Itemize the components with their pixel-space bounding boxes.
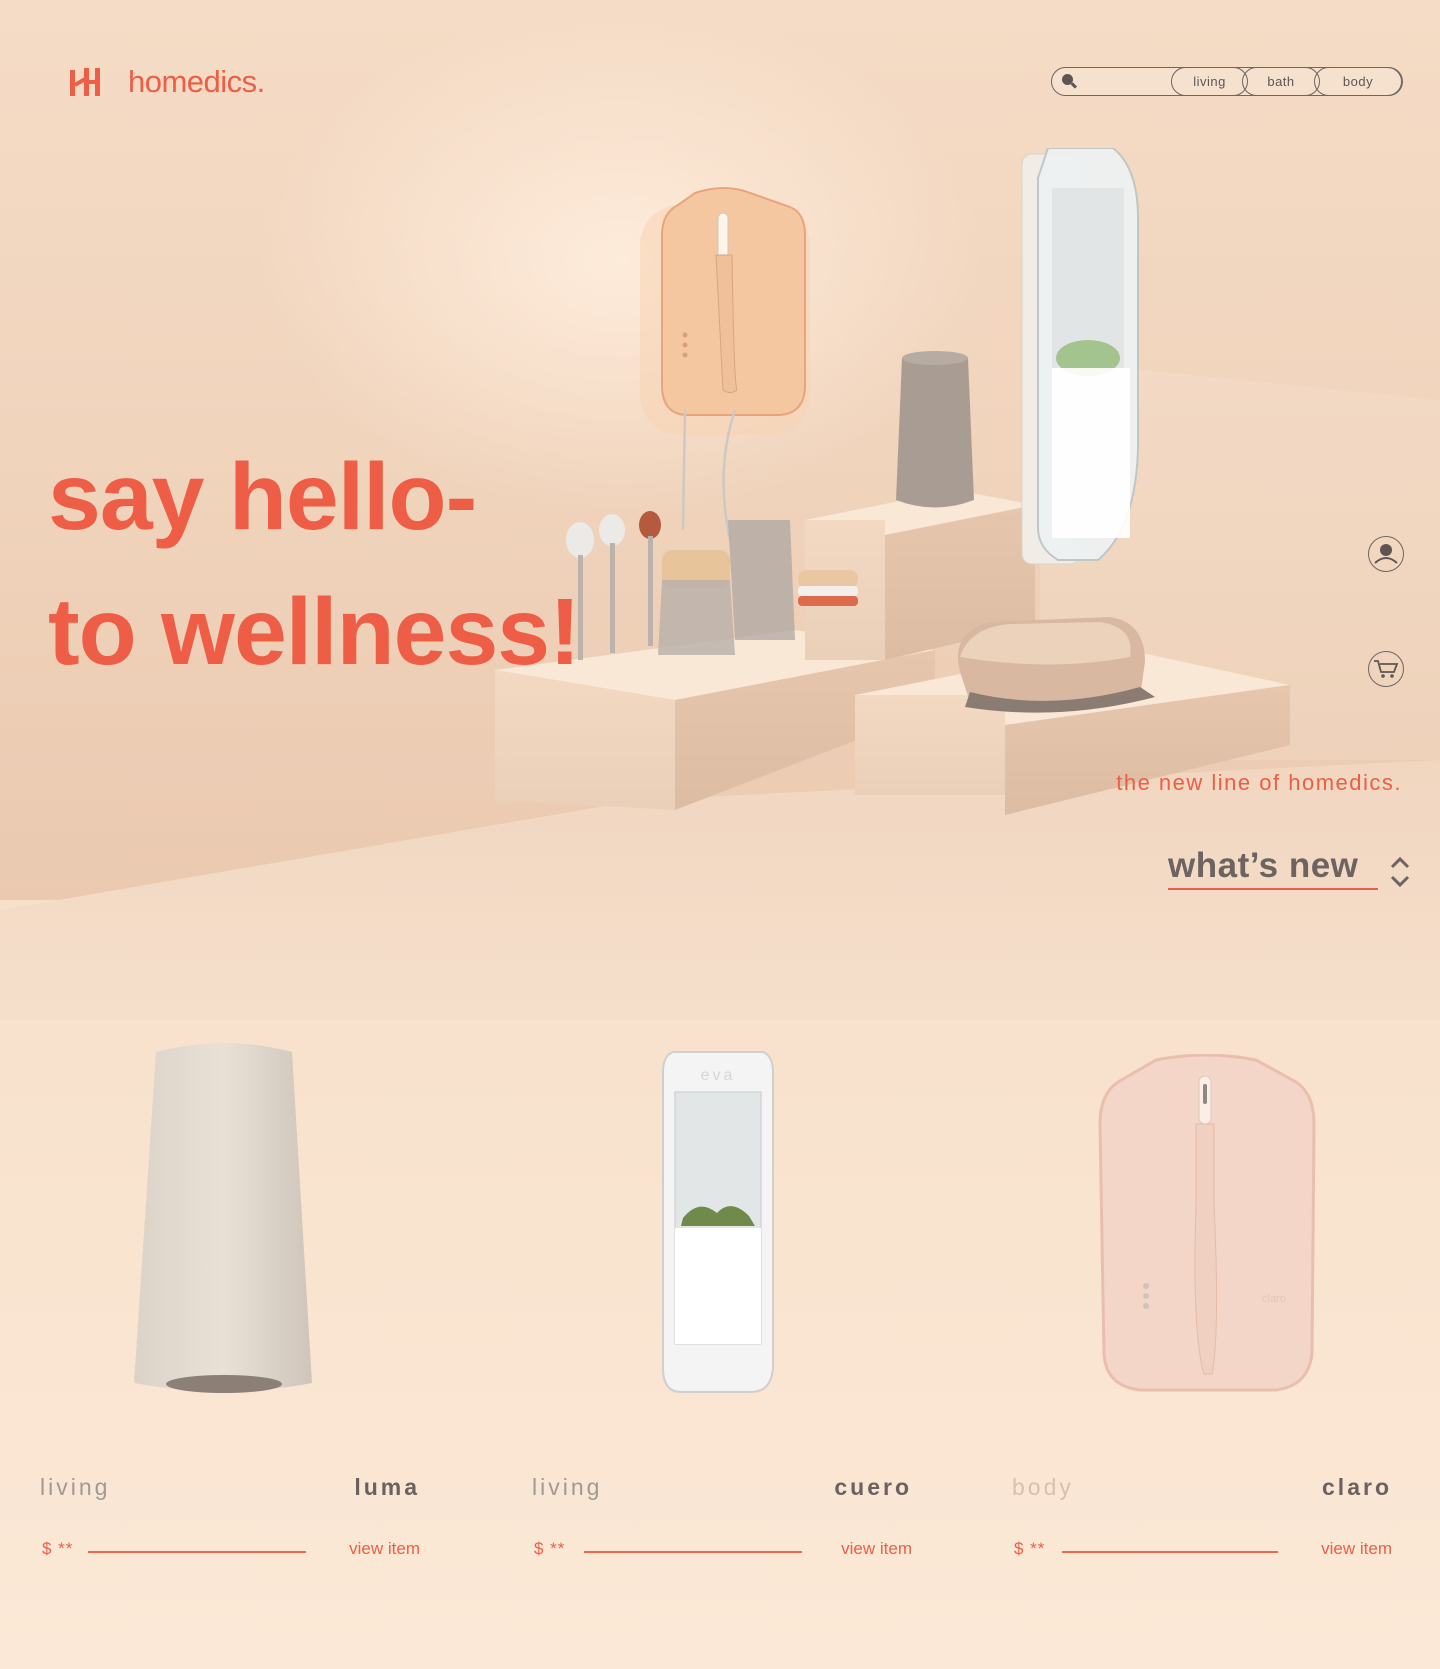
product-category: living: [532, 1474, 603, 1500]
nav-body-label: body: [1342, 73, 1374, 89]
hero-claro-device: [640, 187, 810, 435]
price-row: $ ** view item: [40, 1539, 420, 1563]
price-divider: [1062, 1551, 1278, 1553]
product-meta: living luma: [40, 1474, 420, 1504]
product-name[interactable]: claro: [1322, 1474, 1392, 1501]
hero-accessories: [566, 511, 858, 660]
product-name[interactable]: luma: [354, 1474, 420, 1501]
product-image-luma[interactable]: [40, 1030, 420, 1400]
product-image-claro[interactable]: claro: [1012, 1030, 1392, 1400]
product-card-claro[interactable]: claro body claro $ ** view item: [1012, 1030, 1392, 1558]
search-input[interactable]: [1082, 71, 1164, 91]
search-icon[interactable]: [1062, 74, 1078, 90]
brand-logo[interactable]: homedics.: [70, 64, 265, 100]
hero-cuero-device: [1021, 148, 1139, 565]
hero-headline-line1: say hello-: [48, 444, 477, 550]
product-meta: living cuero: [532, 1474, 912, 1504]
product-image-cuero[interactable]: eva: [532, 1030, 912, 1400]
chevron-updown-icon[interactable]: [1388, 855, 1412, 889]
hero-headline: say hello- to wellness!: [48, 430, 581, 700]
brand-name: homedics.: [128, 64, 265, 99]
whats-new-heading[interactable]: what’s new: [1168, 846, 1378, 890]
price-divider: [88, 1551, 306, 1553]
price-row: $ ** view item: [532, 1539, 912, 1563]
product-category: body: [1012, 1474, 1074, 1500]
nav-bath-label: bath: [1267, 73, 1295, 89]
nav-living[interactable]: living: [1171, 66, 1248, 96]
hero-clamshell-device: [958, 617, 1155, 713]
nav-bath[interactable]: bath: [1242, 66, 1320, 96]
hero-luma-device: [896, 351, 974, 508]
product-category: living: [40, 1474, 111, 1500]
product-price: $ **: [1014, 1539, 1046, 1558]
homedics-logo-icon: [70, 68, 100, 96]
search-bar[interactable]: living bath body: [1051, 66, 1403, 96]
tagline: the new line of homedics.: [1116, 770, 1402, 795]
user-icon[interactable]: [1368, 536, 1404, 572]
cart-icon[interactable]: [1368, 651, 1404, 687]
view-item-link[interactable]: view item: [841, 1539, 912, 1559]
product-card-cuero[interactable]: eva living cuero $ ** view item: [532, 1030, 912, 1558]
claro-device-label: claro: [1262, 1293, 1286, 1305]
product-meta: body claro: [1012, 1474, 1392, 1504]
nav-living-label: living: [1193, 73, 1226, 89]
price-row: $ ** view item: [1012, 1539, 1392, 1563]
view-item-link[interactable]: view item: [349, 1539, 420, 1559]
eva-device-label: eva: [701, 1067, 736, 1084]
product-price: $ **: [534, 1539, 566, 1558]
view-item-link[interactable]: view item: [1321, 1539, 1392, 1559]
price-divider: [584, 1551, 802, 1553]
hero-headline-line2: to wellness!: [48, 579, 581, 685]
product-price: $ **: [42, 1539, 74, 1558]
product-name[interactable]: cuero: [834, 1474, 912, 1501]
nav-body[interactable]: body: [1314, 66, 1402, 96]
product-card-luma[interactable]: living luma $ ** view item: [40, 1030, 420, 1558]
